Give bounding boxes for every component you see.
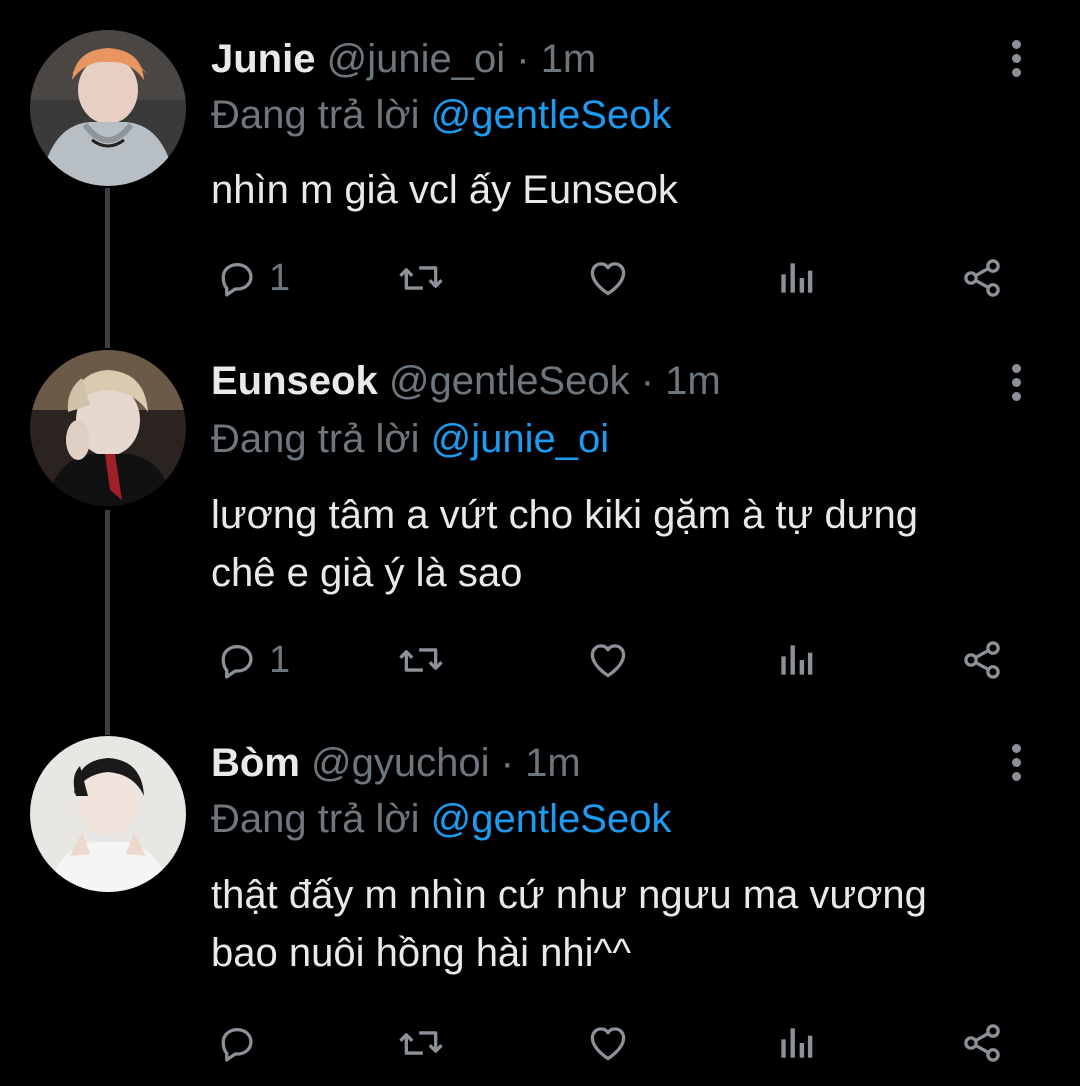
tweet-text: nhìn m già vcl ấy Eunseok [211,168,678,212]
avatar[interactable] [30,350,186,506]
separator-dot: · [500,741,514,785]
reply-icon [221,1027,253,1062]
tweet-actions: 1 [211,635,1011,685]
like-button[interactable] [585,253,631,303]
avatar[interactable] [30,30,186,186]
share-icon [964,259,1000,297]
analytics-icon [781,263,813,293]
more-options-icon[interactable] [1004,744,1028,784]
display-name[interactable]: Junie [211,37,315,81]
separator-dot: · [640,359,655,403]
username[interactable]: @gentleSeok [389,359,630,403]
username[interactable]: @junie_oi [327,37,506,81]
reply-count: 1 [269,638,291,681]
timestamp[interactable]: 1m [541,37,597,81]
username[interactable]: @gyuchoi [311,741,489,785]
mention-link[interactable]: @gentleSeok [431,797,672,841]
tweet[interactable]: Eunseok @gentleSeok · 1m Đang trả lời @j… [0,330,1080,720]
analytics-button[interactable] [776,253,816,303]
mention-link[interactable]: @gentleSeok [431,93,672,137]
analytics-button[interactable] [776,1018,816,1068]
retweet-button[interactable] [397,1018,445,1068]
retweet-icon [399,266,443,290]
analytics-icon [781,1028,813,1058]
analytics-button[interactable] [776,635,816,685]
more-options-icon[interactable] [1004,40,1028,80]
like-icon [590,262,626,296]
share-icon [964,1024,1000,1062]
replying-to-label: Đang trả lời [211,93,420,137]
tweet-text: thật đấy m nhìn cứ như ngưu ma vương bao… [211,873,927,975]
timestamp[interactable]: 1m [525,741,581,785]
share-button[interactable] [959,635,1005,685]
reply-count: 1 [269,256,291,299]
replying-to: Đang trả lời @gentleSeok [211,92,671,138]
retweet-icon [399,1031,443,1055]
mention-link[interactable]: @junie_oi [431,417,610,461]
like-button[interactable] [585,1018,631,1068]
tweet-text: lương tâm a vứt cho kiki gặm à tự dưng c… [211,493,918,595]
display-name[interactable]: Bòm [211,741,300,785]
reply-icon [221,262,253,297]
retweet-icon [399,648,443,672]
reply-button[interactable]: 1 [215,635,290,685]
like-button[interactable] [585,635,631,685]
replying-to: Đang trả lời @gentleSeok [211,796,671,842]
share-button[interactable] [959,1018,1005,1068]
tweet-actions: 1 [211,253,1011,303]
share-icon [964,641,1000,679]
avatar[interactable] [30,736,186,892]
like-icon [590,644,626,678]
separator-dot: · [516,37,530,81]
timestamp[interactable]: 1m [665,359,721,403]
reply-button[interactable] [215,1018,269,1068]
reply-icon [221,644,253,679]
replying-to: Đang trả lời @junie_oi [211,416,609,462]
display-name[interactable]: Eunseok [211,359,378,403]
reply-button[interactable]: 1 [215,253,290,303]
tweet-header: Junie @junie_oi · 1m [211,36,596,82]
replying-to-label: Đang trả lời [211,417,420,461]
tweet[interactable]: Bòm @gyuchoi · 1m Đang trả lời @gentleSe… [0,720,1080,1086]
analytics-icon [781,645,813,675]
retweet-button[interactable] [397,253,445,303]
tweet-actions [211,1018,1011,1068]
share-button[interactable] [959,253,1005,303]
replying-to-label: Đang trả lời [211,797,420,841]
more-options-icon[interactable] [1004,364,1028,404]
tweet-header: Bòm @gyuchoi · 1m [211,740,581,786]
reply-thread: Junie @junie_oi · 1m Đang trả lời @gentl… [0,0,1080,1086]
tweet-header: Eunseok @gentleSeok · 1m [211,358,721,404]
tweet[interactable]: Junie @junie_oi · 1m Đang trả lời @gentl… [0,0,1080,330]
like-icon [590,1027,626,1061]
retweet-button[interactable] [397,635,445,685]
